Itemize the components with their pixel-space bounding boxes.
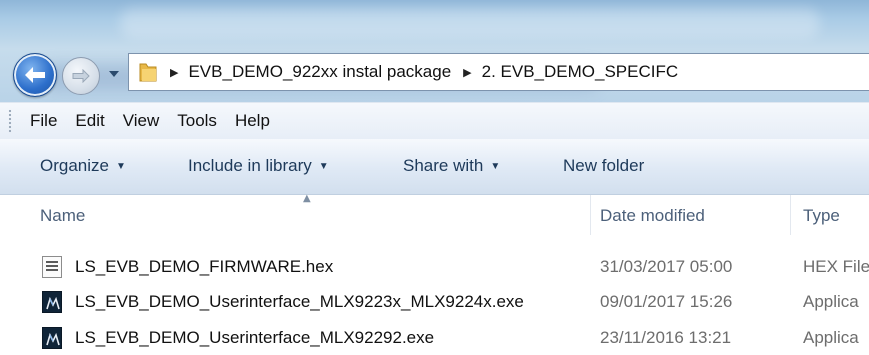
chevron-down-icon (109, 71, 119, 77)
menu-edit[interactable]: Edit (75, 111, 104, 131)
folder-icon (138, 61, 158, 83)
menu-help[interactable]: Help (235, 111, 270, 131)
column-divider[interactable] (790, 195, 791, 235)
menu-bar: File Edit View Tools Help (0, 102, 869, 140)
file-type: Applica (803, 328, 859, 347)
file-row[interactable]: LS_EVB_DEMO_FIRMWARE.hex 31/03/2017 05:0… (0, 250, 869, 284)
menu-tools[interactable]: Tools (177, 111, 217, 131)
forward-button[interactable] (62, 57, 100, 95)
melexis-app-icon (42, 291, 62, 313)
file-type: Applica (803, 292, 859, 311)
include-in-library-label: Include in library (188, 156, 312, 175)
file-name: LS_EVB_DEMO_Userinterface_MLX92292.exe (75, 328, 435, 347)
column-header: ▲ Name Date modified Type (0, 193, 869, 235)
breadcrumb-separator[interactable]: ▶ (170, 66, 178, 79)
window-titlebar: ▶ EVB_DEMO_922xx instal package ▶ 2. EVB… (0, 0, 869, 102)
back-arrow-icon (25, 67, 45, 83)
column-type[interactable]: Type (803, 206, 840, 226)
melexis-app-icon (42, 327, 62, 349)
share-with-button[interactable]: Share with ▼ (403, 156, 500, 176)
breadcrumb-item-package[interactable]: EVB_DEMO_922xx instal package (188, 62, 451, 82)
back-button[interactable] (13, 53, 57, 97)
column-date-modified[interactable]: Date modified (600, 206, 705, 226)
chevron-down-icon: ▼ (318, 161, 329, 172)
forward-arrow-icon (72, 69, 90, 83)
hex-file-icon (42, 256, 62, 278)
include-in-library-button[interactable]: Include in library ▼ (188, 156, 329, 176)
file-type: HEX File (803, 257, 869, 276)
menu-view[interactable]: View (123, 111, 160, 131)
command-bar: Organize ▼ Include in library ▼ Share with… (0, 139, 869, 195)
sort-ascending-icon: ▲ (303, 193, 311, 204)
share-with-label: Share with (403, 156, 484, 175)
organize-button[interactable]: Organize ▼ (40, 156, 126, 176)
column-divider[interactable] (590, 195, 591, 235)
menu-file[interactable]: File (30, 111, 57, 131)
organize-label: Organize (40, 156, 109, 175)
file-row[interactable]: LS_EVB_DEMO_Userinterface_MLX9223x_MLX92… (0, 285, 869, 319)
new-folder-button[interactable]: New folder (563, 156, 644, 176)
file-date: 09/01/2017 15:26 (600, 292, 733, 311)
file-name: LS_EVB_DEMO_Userinterface_MLX9223x_MLX92… (75, 292, 524, 311)
column-name[interactable]: Name (40, 206, 85, 226)
chevron-down-icon: ▼ (115, 161, 126, 172)
breadcrumb-item-specific[interactable]: 2. EVB_DEMO_SPECIFC (482, 62, 679, 82)
address-bar[interactable]: ▶ EVB_DEMO_922xx instal package ▶ 2. EVB… (128, 53, 869, 91)
chevron-down-icon: ▼ (490, 161, 501, 172)
grip-handle (8, 109, 12, 133)
recent-pages-dropdown[interactable] (108, 69, 120, 79)
file-date: 23/11/2016 13:21 (600, 328, 732, 347)
file-date: 31/03/2017 05:00 (600, 257, 733, 276)
file-name: LS_EVB_DEMO_FIRMWARE.hex (75, 257, 334, 276)
breadcrumb-separator[interactable]: ▶ (463, 66, 471, 79)
